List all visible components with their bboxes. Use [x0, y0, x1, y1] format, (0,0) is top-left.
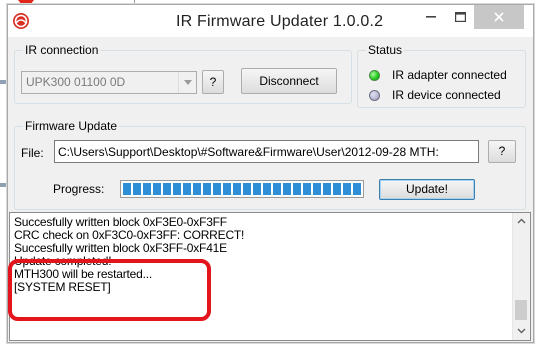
disconnect-button[interactable]: Disconnect: [241, 68, 337, 94]
scroll-up-icon[interactable]: [517, 217, 526, 226]
progress-block: [323, 183, 331, 195]
progress-block: [183, 183, 191, 195]
scroll-down-icon[interactable]: [517, 326, 526, 335]
ir-help-button[interactable]: ?: [202, 70, 224, 94]
progress-block: [343, 183, 351, 195]
browse-label: ?: [498, 144, 506, 158]
progress-block: [123, 183, 131, 195]
log-scrollbar[interactable]: [512, 213, 530, 340]
window-title: IR Firmware Updater 1.0.0.2: [176, 13, 384, 30]
status-device: IR device connected: [369, 88, 501, 102]
browse-button[interactable]: ?: [488, 140, 516, 163]
ir-device-value: UPK300 01100 0D: [26, 75, 126, 89]
file-path-value: C:\Users\Support\Desktop\#Software&Firmw…: [58, 145, 439, 159]
file-path-field[interactable]: C:\Users\Support\Desktop\#Software&Firmw…: [54, 140, 479, 163]
progress-block: [253, 183, 261, 195]
close-icon: [494, 12, 504, 22]
progress-block: [153, 183, 161, 195]
progress-block: [203, 183, 211, 195]
progress-block: [333, 183, 341, 195]
status-adapter-text: IR adapter connected: [392, 68, 507, 82]
file-label: File:: [21, 146, 44, 160]
progress-block: [133, 183, 141, 195]
app-logo-icon: [13, 13, 29, 29]
app-window: IR Firmware Updater 1.0.0.2 IR connectio…: [7, 4, 534, 343]
ir-device-select[interactable]: UPK300 01100 0D: [21, 71, 197, 94]
progress-block: [213, 183, 221, 195]
progress-block: [303, 183, 311, 195]
progress-block: [283, 183, 291, 195]
status-led-gray-icon: [369, 89, 380, 101]
minimize-button[interactable]: [417, 5, 445, 29]
progress-label: Progress:: [53, 182, 105, 196]
progress-bar: [120, 180, 364, 198]
chevron-down-icon[interactable]: [178, 72, 196, 93]
status-label: Status: [366, 43, 405, 57]
progress-fill: [123, 183, 361, 195]
progress-block: [273, 183, 281, 195]
update-button[interactable]: Update!: [379, 179, 475, 200]
disconnect-label: Disconnect: [259, 74, 319, 88]
progress-block: [293, 183, 301, 195]
firmware-update-label: Firmware Update: [23, 119, 120, 133]
status-device-text: IR device connected: [392, 88, 501, 102]
progress-block: [243, 183, 251, 195]
progress-block: [163, 183, 171, 195]
status-adapter: IR adapter connected: [369, 68, 507, 82]
close-button[interactable]: [474, 5, 524, 29]
title-bar[interactable]: IR Firmware Updater 1.0.0.2: [8, 5, 533, 37]
progress-block: [233, 183, 241, 195]
progress-block: [143, 183, 151, 195]
ir-help-label: ?: [209, 75, 217, 89]
progress-block: [223, 183, 231, 195]
scroll-thumb[interactable]: [515, 300, 527, 320]
progress-block: [313, 183, 321, 195]
background-edge: [0, 80, 7, 84]
progress-block: [173, 183, 181, 195]
progress-block: [193, 183, 201, 195]
status-led-green-icon: [369, 69, 380, 81]
log-line: [SYSTEM RESET]: [14, 280, 111, 294]
update-label: Update!: [405, 182, 449, 196]
progress-block: [353, 183, 361, 195]
log-lines: Succesfully written block 0xF3E0-0xF3FF C…: [14, 216, 244, 294]
maximize-icon: [454, 12, 466, 22]
ir-connection-label: IR connection: [23, 43, 101, 57]
log-textarea[interactable]: Succesfully written block 0xF3E0-0xF3FF C…: [9, 212, 531, 341]
minimize-icon: [426, 16, 436, 18]
background-edge: [0, 183, 7, 187]
maximize-button[interactable]: [446, 5, 474, 29]
progress-block: [263, 183, 271, 195]
